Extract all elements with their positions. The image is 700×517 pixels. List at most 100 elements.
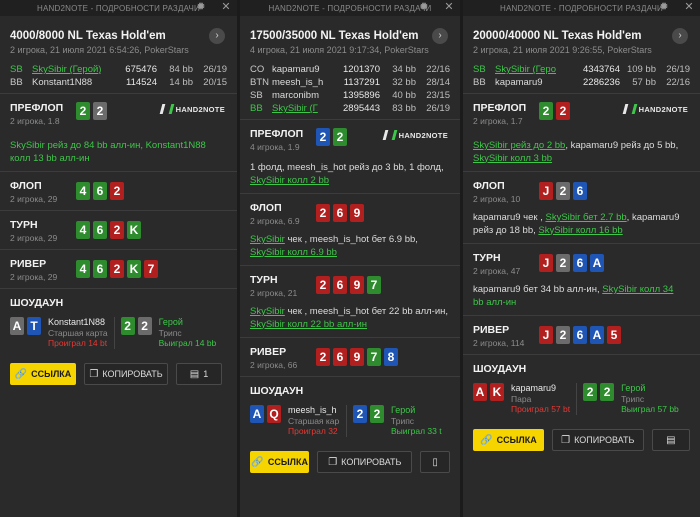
- card: 2: [110, 221, 124, 239]
- hand-details-window-2: HAND2NOTE - ПОДРОБНОСТИ РАЗДАЧИ ✹ ✕ 1750…: [240, 0, 460, 517]
- link-button[interactable]: 🔗 ССЫЛКА: [250, 451, 310, 473]
- card: J: [539, 182, 553, 200]
- shown-cards: 2 2: [353, 405, 384, 437]
- board-cards: 4 6 2 K: [76, 221, 141, 239]
- showdown-title: ШОУДАУН: [473, 363, 527, 375]
- player-row[interactable]: SB marconibm 1395896 40 bb 23/15: [250, 89, 450, 102]
- link-label: ССЫЛКА: [496, 435, 537, 445]
- notes-button[interactable]: ▤ 1: [176, 363, 222, 385]
- street-preflop: ПРЕФЛОП 2 игрока, 1.7 2 2 HAND2NOTE: [463, 94, 700, 138]
- shown-cards: A Q: [250, 405, 281, 437]
- player-stats: 22/16: [426, 64, 450, 75]
- logo-icon: [159, 104, 174, 114]
- street-preflop: ПРЕФЛОП 4 игрока, 1.9 2 2 HAND2NOTE: [240, 120, 460, 160]
- player-name[interactable]: kapamaru9: [272, 63, 324, 76]
- card: A: [10, 317, 24, 335]
- player-row[interactable]: BTN meesh_is_h 1137291 32 bb 28/14: [250, 76, 450, 89]
- result: Проиграл 32 I: [288, 426, 340, 436]
- result: Выиграл 33 t: [391, 426, 442, 436]
- player-stack: 2286236: [583, 77, 620, 88]
- card: J: [539, 254, 553, 272]
- notes-button[interactable]: ▯: [420, 451, 450, 473]
- card: 4: [76, 221, 90, 239]
- card: 6: [573, 182, 587, 200]
- hero-action: SkySibir колл 6.9 bb: [250, 246, 337, 258]
- player-row[interactable]: SB SkySibir (Геро 4343764 109 bb 26/19: [473, 63, 690, 76]
- player-stack: 675476: [125, 64, 157, 75]
- player-name[interactable]: kapamaru9: [495, 76, 564, 89]
- logo-icon: [382, 130, 397, 140]
- link-label: ССЫЛКА: [31, 369, 72, 379]
- hero-action: SkySibir колл 22 bb алл-ин: [250, 318, 368, 330]
- player-row[interactable]: BB Konstant1N88 114524 14 bb 20/15: [10, 76, 227, 89]
- hero-action: SkySibir колл 2 bb: [250, 174, 330, 186]
- gear-icon[interactable]: ✹: [195, 1, 207, 13]
- hole-cards: 2 2: [539, 102, 570, 120]
- link-icon: 🔗: [14, 368, 28, 380]
- notes-button[interactable]: ▤: [651, 429, 691, 451]
- player-name[interactable]: SkySibir (Геро: [495, 63, 564, 76]
- copy-button[interactable]: ❐ КОПИРОВАТЬ: [84, 363, 168, 385]
- card: 2: [316, 128, 330, 146]
- action-line: колл 13 bb алл-ин: [10, 152, 90, 164]
- close-icon[interactable]: ✕: [683, 1, 695, 13]
- player-row[interactable]: BB kapamaru9 2286236 57 bb 22/16: [473, 76, 690, 89]
- next-arrow-button[interactable]: ›: [672, 28, 688, 44]
- street-preflop: ПРЕФЛОП 2 игрока, 1.8 2 2 HAND2NOTE: [0, 94, 237, 138]
- player-row[interactable]: CO kapamaru9 1201370 34 bb 22/16: [250, 63, 450, 76]
- close-icon[interactable]: ✕: [220, 1, 232, 13]
- card: 2: [316, 204, 330, 222]
- player-name[interactable]: marconibm: [272, 89, 324, 102]
- divider: [113, 317, 115, 349]
- link-button[interactable]: 🔗 ССЫЛКА: [10, 363, 76, 385]
- copy-icon: ❐: [89, 368, 99, 380]
- player-position: BB: [473, 77, 486, 88]
- link-icon: 🔗: [251, 456, 264, 468]
- link-button[interactable]: 🔗 ССЫЛКА: [473, 429, 544, 451]
- card: K: [127, 221, 141, 239]
- player-row[interactable]: BB SkySibir (Г 2895443 83 bb 26/19: [250, 102, 450, 115]
- card: 5: [607, 326, 621, 344]
- action-line: kapamaru9 чек ,: [473, 212, 546, 223]
- player-name[interactable]: SkySibir (Г: [272, 102, 324, 115]
- card: A: [590, 326, 604, 344]
- title-bar[interactable]: HAND2NOTE - ПОДРОБНОСТИ РАЗДАЧИ ✹ ✕: [0, 0, 237, 16]
- hand-rank: Трипс: [158, 327, 182, 338]
- logo-icon: [622, 104, 637, 114]
- gear-icon[interactable]: ✹: [418, 1, 430, 13]
- player-position: SB: [250, 90, 263, 101]
- showdown-player: 2 2 Герой Трипс Выиграл 14 bb: [120, 317, 216, 349]
- card: 2: [316, 276, 330, 294]
- action-buttons: 🔗 ССЫЛКА ❐ КОПИРОВАТЬ ▤ 1: [0, 357, 237, 391]
- gear-icon[interactable]: ✹: [658, 1, 670, 13]
- next-arrow-button[interactable]: ›: [209, 28, 225, 44]
- showdown: ШОУДАУН A T Konstant1N88 Старшая карта П…: [0, 289, 237, 357]
- link-label: ССЫЛКА: [267, 457, 308, 467]
- shown-cards: A T: [10, 317, 41, 349]
- player-name: Герой: [158, 317, 183, 327]
- next-arrow-button[interactable]: ›: [432, 28, 448, 44]
- player-name[interactable]: meesh_is_h: [272, 76, 324, 89]
- street-count: 4 игрока, 1.9: [250, 142, 300, 152]
- close-icon[interactable]: ✕: [443, 1, 455, 13]
- shown-cards: 2 2: [120, 317, 152, 349]
- copy-button[interactable]: ❐ КОПИРОВАТЬ: [551, 429, 644, 451]
- copy-label: КОПИРОВАТЬ: [102, 369, 163, 379]
- showdown-row: A Q meesh_is_h Старшая кар Проиграл 32 I…: [250, 405, 450, 437]
- action-line: рейз до 18 bb,: [473, 224, 539, 236]
- player-row[interactable]: SB SkySibir (Герой) 675476 84 bb 26/19: [10, 63, 227, 76]
- title-bar[interactable]: HAND2NOTE - ПОДРОБНОСТИ РАЗДАЧИ ✹ ✕: [240, 0, 460, 16]
- copy-button[interactable]: ❐ КОПИРОВАТЬ: [317, 451, 413, 473]
- player-name[interactable]: SkySibir (Герой): [32, 63, 101, 76]
- card: 9: [350, 348, 364, 366]
- hero-action: SkySibir: [250, 306, 285, 317]
- player-name: Герой: [621, 383, 646, 393]
- window-title: HAND2NOTE - ПОДРОБНОСТИ РАЗДАЧИ: [500, 3, 663, 13]
- player-stats: 20/15: [203, 77, 227, 88]
- title-bar[interactable]: HAND2NOTE - ПОДРОБНОСТИ РАЗДАЧИ ✹ ✕: [463, 0, 700, 16]
- showdown: ШОУДАУН A Q meesh_is_h Старшая кар Проиг…: [240, 377, 460, 445]
- player-name[interactable]: Konstant1N88: [32, 76, 101, 89]
- copy-label: КОПИРОВАТЬ: [574, 435, 635, 445]
- player-stats: 23/15: [426, 90, 450, 101]
- notes-count: 1: [203, 369, 209, 379]
